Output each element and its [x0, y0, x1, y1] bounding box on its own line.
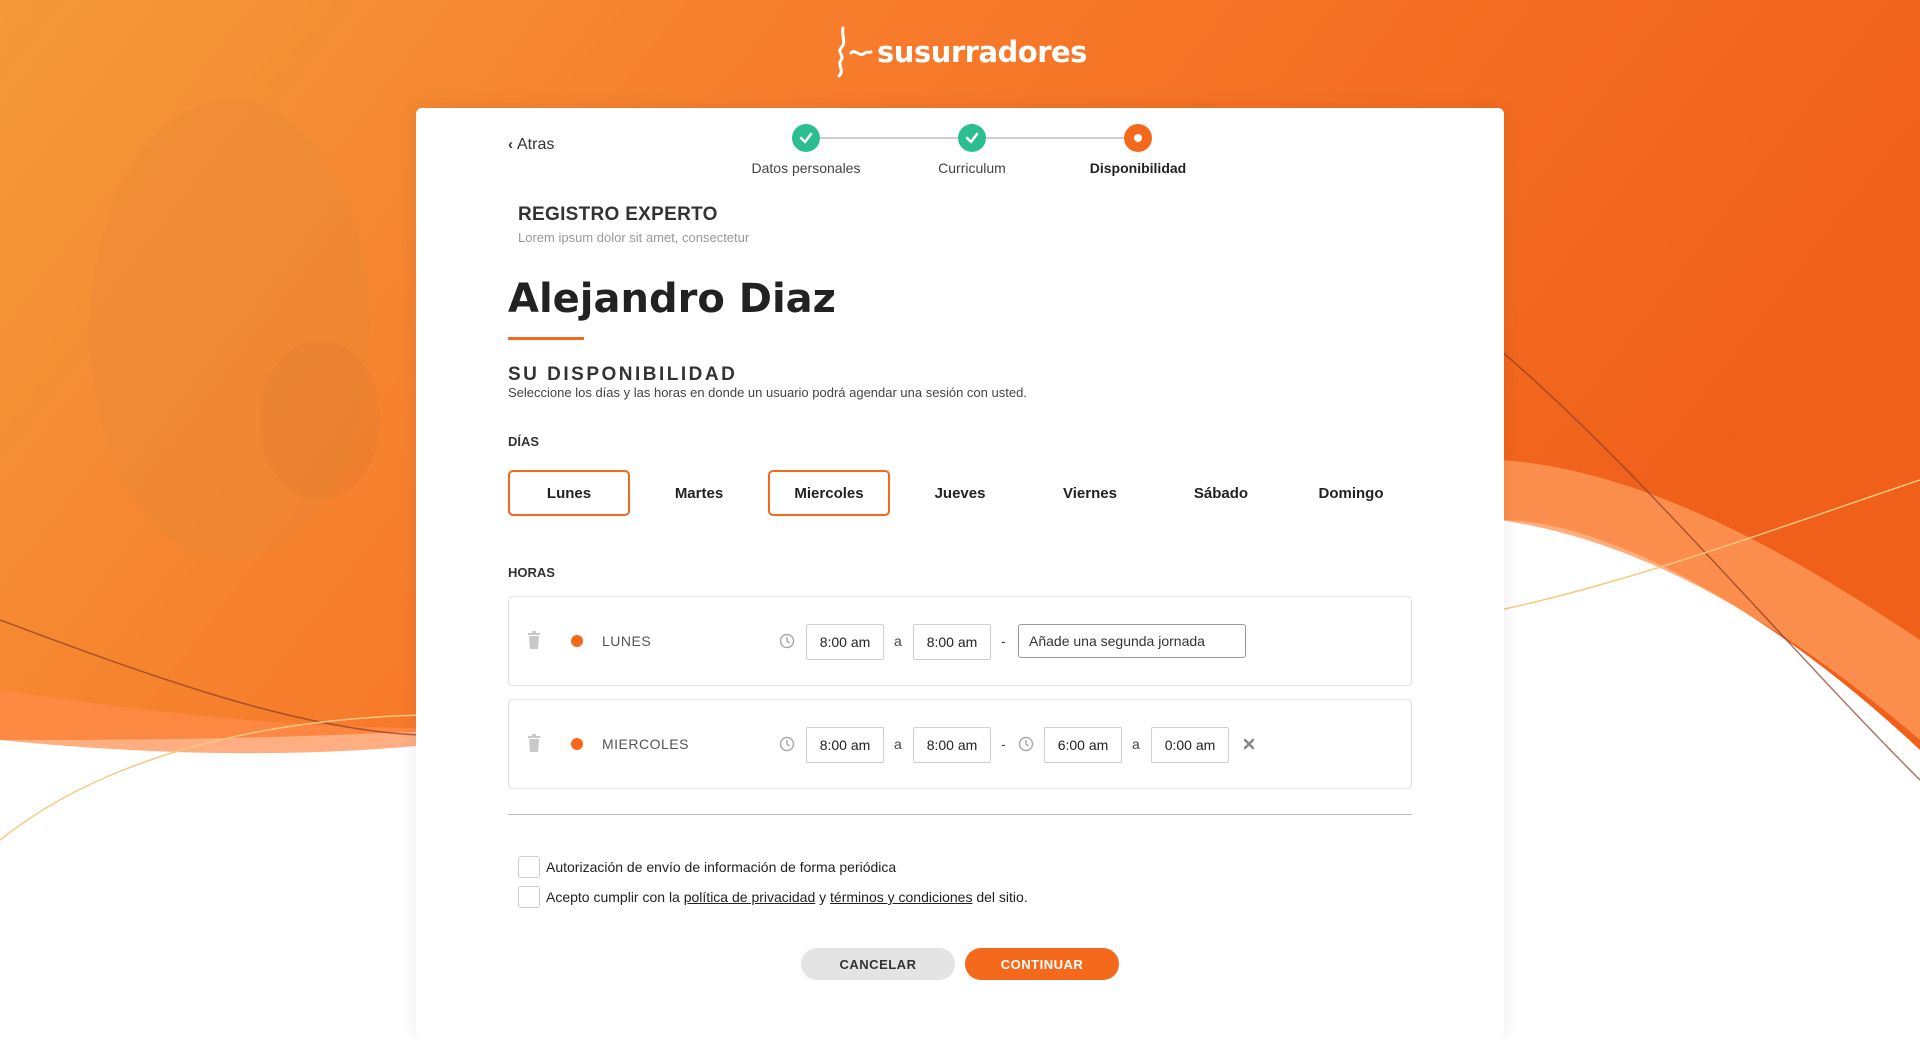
section-divider	[508, 814, 1412, 815]
day-button-viernes[interactable]: Viernes	[1029, 470, 1151, 516]
row-day-name: MIERCOLES	[602, 736, 689, 752]
section-title: SU DISPONIBILIDAD	[508, 364, 738, 385]
time-to-input[interactable]: 8:00 am	[913, 624, 991, 660]
hours-row-lunes: LUNES 8:00 am a 8:00 am - Añade una segu…	[508, 596, 1412, 686]
day-button-martes[interactable]: Martes	[638, 470, 760, 516]
step-label: Curriculum	[938, 160, 1006, 176]
hours-row-miercoles: MIERCOLES 8:00 am a 8:00 am - 6:00 am a …	[508, 699, 1412, 789]
periodic-info-checkbox[interactable]	[518, 856, 540, 878]
title-underline	[508, 337, 584, 340]
consent-terms-row: Acepto cumplir con la política de privac…	[518, 886, 1028, 908]
clock-icon	[779, 633, 795, 654]
range-separator: a	[894, 633, 902, 649]
step-label: Datos personales	[751, 160, 861, 176]
shift-separator: -	[1001, 633, 1006, 649]
page-title: REGISTRO EXPERTO	[518, 204, 718, 225]
terms-mid: y	[819, 889, 827, 905]
user-name: Alejandro Diaz	[508, 276, 836, 322]
check-icon	[958, 124, 986, 152]
current-step-icon	[1124, 124, 1152, 152]
consent-periodic-row: Autorización de envío de información de …	[518, 856, 896, 878]
back-label: Atras	[517, 136, 555, 153]
day-button-jueves[interactable]: Jueves	[899, 470, 1021, 516]
time-from-input[interactable]: 6:00 am	[1044, 727, 1122, 763]
back-link[interactable]: ‹ Atras	[508, 136, 554, 154]
section-subtitle: Seleccione los días y las horas en donde…	[508, 385, 1027, 400]
trash-icon[interactable]	[527, 734, 541, 757]
row-day-name: LUNES	[602, 633, 652, 649]
terms-checkbox[interactable]	[518, 886, 540, 908]
day-status-dot	[571, 635, 583, 647]
day-status-dot	[571, 738, 583, 750]
check-icon	[792, 124, 820, 152]
day-button-sabado[interactable]: Sábado	[1160, 470, 1282, 516]
step-disponibilidad[interactable]: Disponibilidad	[1058, 124, 1218, 176]
chevron-left-icon: ‹	[508, 136, 513, 153]
step-curriculum[interactable]: Curriculum	[892, 124, 1052, 176]
close-icon[interactable]	[1243, 737, 1255, 755]
range-separator: a	[1132, 736, 1140, 752]
time-from-input[interactable]: 8:00 am	[806, 624, 884, 660]
trash-icon[interactable]	[527, 631, 541, 654]
continue-button[interactable]: CONTINUAR	[965, 948, 1119, 980]
hours-label: HORAS	[508, 565, 555, 580]
progress-stepper: Datos personales Curriculum Disponibilid…	[726, 124, 1206, 184]
clock-icon	[779, 736, 795, 757]
step-datos-personales[interactable]: Datos personales	[726, 124, 886, 176]
shift-separator: -	[1001, 736, 1006, 752]
clock-icon	[1018, 736, 1034, 757]
step-label: Disponibilidad	[1089, 160, 1187, 176]
terms-conditions-link[interactable]: términos y condiciones	[830, 889, 972, 905]
page-subtitle: Lorem ipsum dolor sit amet, consectetur	[518, 230, 750, 245]
add-second-shift-input[interactable]: Añade una segunda jornada	[1018, 624, 1246, 658]
day-button-lunes[interactable]: Lunes	[508, 470, 630, 516]
terms-suffix: del sitio.	[976, 889, 1028, 905]
terms-prefix: Acepto cumplir con la	[546, 889, 680, 905]
logo-face-icon	[837, 26, 873, 78]
brand-name: susurradores	[877, 35, 1087, 69]
day-selector: Lunes Martes Miercoles Jueves Viernes Sá…	[508, 470, 1412, 516]
day-button-miercoles[interactable]: Miercoles	[768, 470, 890, 516]
registration-card: ‹ Atras Datos personales Curriculum Dispo…	[416, 108, 1504, 1038]
cancel-button[interactable]: CANCELAR	[801, 948, 955, 980]
time-from-input[interactable]: 8:00 am	[806, 727, 884, 763]
day-button-domingo[interactable]: Domingo	[1290, 470, 1412, 516]
range-separator: a	[894, 736, 902, 752]
privacy-policy-link[interactable]: política de privacidad	[684, 889, 816, 905]
brand-logo[interactable]: susurradores	[0, 26, 1920, 78]
time-to-input[interactable]: 0:00 am	[1151, 727, 1229, 763]
time-to-input[interactable]: 8:00 am	[913, 727, 991, 763]
days-label: DÍAS	[508, 434, 540, 449]
periodic-info-label: Autorización de envío de información de …	[546, 859, 897, 875]
